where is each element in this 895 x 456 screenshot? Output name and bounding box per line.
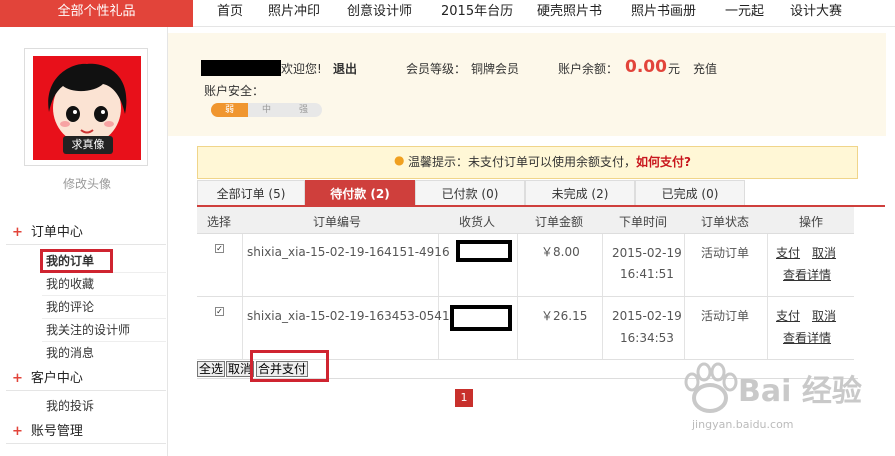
col-status: 订单状态 [701, 215, 750, 229]
watermark-url: jingyan.baidu.com [692, 418, 794, 431]
order-number: shixia_xia-15-02-19-163453-0541 [247, 309, 450, 323]
order-number: shixia_xia-15-02-19-164151-4916 [247, 245, 450, 259]
view-details-link[interactable]: 查看详情 [783, 264, 831, 286]
cancel-link[interactable]: 取消 [812, 305, 836, 327]
security-medium: 中 [261, 105, 271, 115]
security-weak: 弱 [211, 103, 248, 117]
col-actions: 操作 [799, 215, 824, 229]
all-gifts-menu[interactable]: 全部个性礼品 [0, 0, 193, 27]
redacted-receiver [456, 240, 512, 262]
tip-text: 温馨提示：未支付订单可以使用余额支付，如何支付? [408, 153, 691, 170]
nav-hardcover-book[interactable]: 硬壳照片书 [537, 0, 602, 27]
order-amount: ￥26.15 [541, 309, 588, 323]
watermark-brand: Bai 经验 [738, 374, 862, 409]
avatar-frame: 求真像 [24, 48, 148, 166]
nav-designer[interactable]: 创意设计师 [347, 0, 412, 27]
tab-completed[interactable]: 已完成 (0) [635, 180, 745, 206]
table-header [197, 207, 854, 234]
col-amount: 订单金额 [535, 215, 584, 229]
plus-icon: + [12, 225, 23, 240]
member-level-label: 会员等级： [406, 62, 467, 76]
col-select: 选择 [207, 215, 232, 229]
welcome-text: 欢迎您! [281, 62, 322, 76]
menu-section-orders[interactable]: + 订单中心 [6, 222, 166, 245]
menu-section-label: 客户中心 [30, 371, 83, 386]
currency-unit: 元 [668, 62, 681, 76]
balance-label: 账户余额： [558, 62, 619, 76]
nav-photo-print[interactable]: 照片冲印 [268, 0, 320, 27]
recharge-link[interactable]: 充值 [693, 60, 717, 77]
tab-paid[interactable]: 已付款 (0) [415, 180, 525, 206]
logout-link[interactable]: 退出 [333, 60, 357, 77]
order-time: 16:34:53 [620, 331, 674, 345]
sidebar-item-my-complaints[interactable]: 我的投诉 [46, 395, 94, 417]
col-order-time: 下单时间 [619, 215, 668, 229]
order-date: 2015-02-19 [612, 309, 682, 323]
sidebar-item-followed-designers[interactable]: 我关注的设计师 [46, 319, 130, 341]
avatar-caption: 求真像 [63, 136, 113, 154]
tab-incomplete[interactable]: 未完成 (2) [525, 180, 635, 206]
row-checkbox[interactable]: ✓ [215, 307, 224, 316]
paw-icon [684, 362, 738, 413]
order-status: 活动订单 [701, 246, 750, 260]
order-date: 2015-02-19 [612, 246, 682, 260]
pay-link[interactable]: 支付 [776, 305, 800, 327]
security-strong: 强 [298, 105, 308, 115]
menu-section-label: 账号管理 [30, 424, 83, 439]
nav-home[interactable]: 首页 [217, 0, 243, 27]
tab-all-orders[interactable]: 全部订单 (5) [197, 180, 305, 206]
redacted-receiver [450, 305, 512, 331]
sidebar-item-my-favorites[interactable]: 我的收藏 [46, 273, 94, 295]
highlight-my-orders [40, 249, 113, 273]
menu-section-account[interactable]: + 账号管理 [6, 421, 166, 444]
sidebar: 求真像 修改头像 + 订单中心 我的订单 我的收藏 我的评论 我关注的设计师 我的… [0, 27, 168, 456]
page-1-button[interactable]: 1 [455, 389, 473, 407]
balance-value: 0.00 [625, 57, 667, 77]
baidu-watermark: Bai 经验 jingyan.baidu.com [680, 362, 890, 440]
menu-section-customer[interactable]: + 客户中心 [6, 368, 166, 391]
menu-section-label: 订单中心 [30, 225, 83, 240]
plus-icon: + [12, 371, 23, 386]
avatar[interactable]: 求真像 [33, 56, 141, 160]
nav-design-contest[interactable]: 设计大赛 [790, 0, 842, 27]
nav-photo-album[interactable]: 照片书画册 [631, 0, 696, 27]
redacted-username [201, 60, 281, 76]
tip-message: 温馨提示：未支付订单可以使用余额支付， [408, 155, 637, 169]
nav-one-yuan[interactable]: 一元起 [725, 0, 764, 27]
nav-calendar[interactable]: 2015年台历 [441, 0, 513, 27]
cancel-link[interactable]: 取消 [812, 242, 836, 264]
tab-pending-payment[interactable]: 待付款 (2) [305, 180, 415, 206]
bulb-icon: ● [394, 153, 405, 167]
pay-link[interactable]: 支付 [776, 242, 800, 264]
sidebar-item-my-messages[interactable]: 我的消息 [46, 342, 94, 364]
account-info-panel [168, 33, 886, 136]
row-checkbox[interactable]: ✓ [215, 244, 224, 253]
highlight-merge-pay [250, 350, 329, 382]
how-to-pay-link[interactable]: 如何支付? [636, 155, 691, 169]
order-time: 16:41:51 [620, 267, 674, 281]
col-receiver: 收货人 [459, 215, 496, 229]
order-amount: ￥8.00 [541, 245, 580, 259]
member-level-value: 铜牌会员 [471, 62, 520, 76]
plus-icon: + [12, 424, 23, 439]
col-order-no: 订单编号 [313, 215, 362, 229]
select-all-button[interactable]: 全选 [197, 361, 226, 377]
security-meter: 弱 中 强 [211, 103, 322, 117]
security-label: 账户安全： [204, 84, 265, 98]
view-details-link[interactable]: 查看详情 [783, 327, 831, 349]
order-status: 活动订单 [701, 309, 750, 323]
edit-avatar-link[interactable]: 修改头像 [60, 175, 114, 193]
sidebar-item-my-reviews[interactable]: 我的评论 [46, 296, 94, 318]
top-navigation: 全部个性礼品 首页 照片冲印 创意设计师 2015年台历 硬壳照片书 照片书画册… [0, 0, 895, 27]
